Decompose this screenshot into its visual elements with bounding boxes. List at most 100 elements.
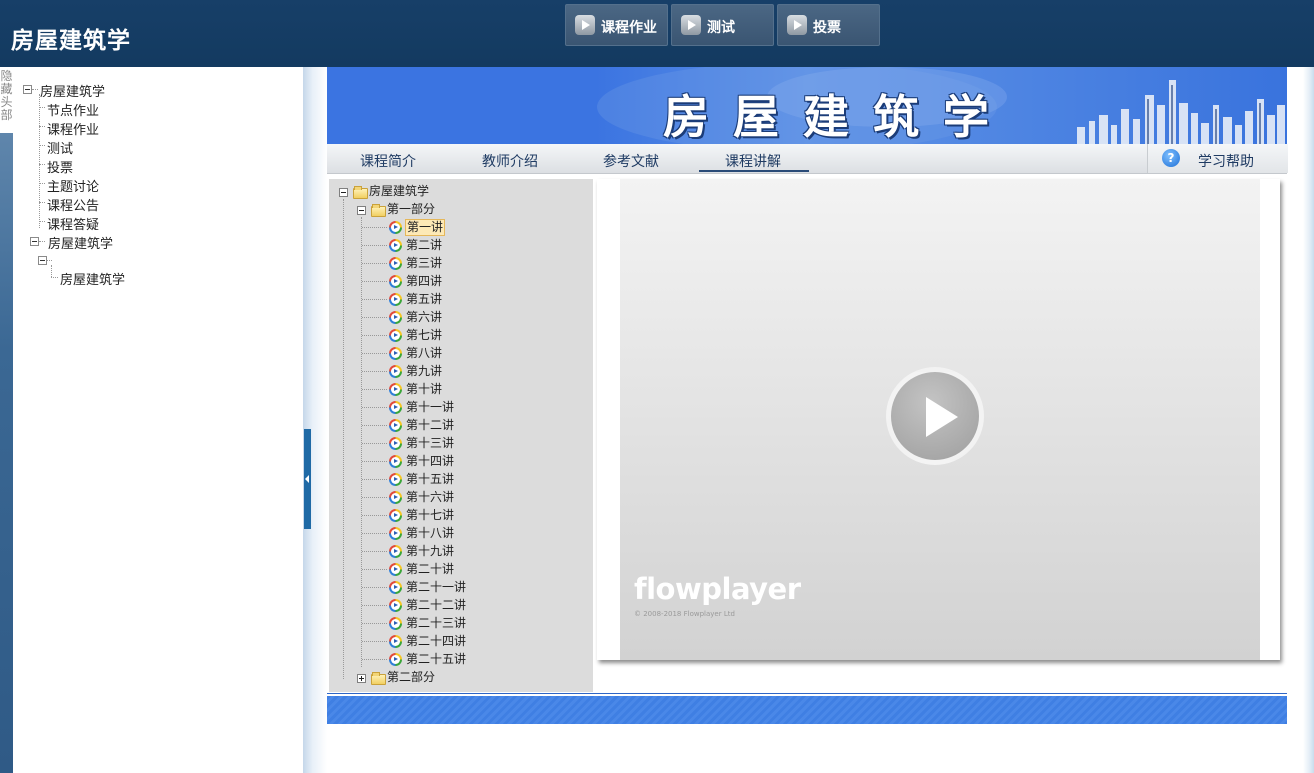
lecture-label: 第五讲 <box>406 292 443 306</box>
nav-item-discussion[interactable]: 主题讨论 <box>47 176 99 195</box>
help-button[interactable]: ? 学习帮助 <box>1147 144 1288 173</box>
tree-line <box>39 164 45 165</box>
nav-item-test[interactable]: 测试 <box>47 138 73 157</box>
play-icon <box>787 15 807 35</box>
nav-item-vote[interactable]: 投票 <box>47 157 73 176</box>
tree-part-two[interactable]: 第二部分 <box>387 669 435 686</box>
tree-line <box>39 126 45 127</box>
collapse-panel-handle[interactable] <box>304 429 311 529</box>
help-icon: ? <box>1162 149 1180 167</box>
tree-root[interactable]: 房屋建筑学 <box>40 81 105 100</box>
tree-line <box>362 245 387 246</box>
tree-sub-child[interactable]: 房屋建筑学 <box>60 269 125 288</box>
tree-line <box>362 497 387 498</box>
media-play-icon <box>389 473 402 486</box>
top-header: 房屋建筑学 课程作业 测试 投票 <box>0 0 1314 67</box>
tree-sub-root[interactable]: 房屋建筑学 <box>48 233 113 252</box>
lecture-label: 第十八讲 <box>406 526 455 540</box>
lecture-label: 第九讲 <box>406 364 443 378</box>
lecture-label: 第十三讲 <box>406 436 455 450</box>
hide-header-tab[interactable]: 隐藏头部 <box>0 67 13 133</box>
lecture-tree-root[interactable]: 房屋建筑学 <box>369 183 429 200</box>
tree-line <box>362 623 387 624</box>
lecture-label: 第二十一讲 <box>406 580 467 594</box>
tree-line <box>362 425 387 426</box>
tree-part-one[interactable]: 第一部分 <box>387 201 435 218</box>
tab-course-intro[interactable]: 课程简介 <box>360 151 416 171</box>
collapse-icon[interactable] <box>23 85 32 94</box>
tree-line <box>39 221 45 222</box>
test-button[interactable]: 测试 <box>671 4 774 46</box>
collapse-icon[interactable] <box>30 237 39 246</box>
video-player[interactable]: flowplayer © 2008-2018 Flowplayer Ltd <box>620 179 1260 660</box>
media-play-icon <box>389 239 402 252</box>
tab-lectures[interactable]: 课程讲解 <box>725 151 781 171</box>
tree-line <box>362 605 387 606</box>
panel-splitter <box>303 67 327 773</box>
nav-item-homework[interactable]: 课程作业 <box>47 119 99 138</box>
media-play-icon <box>389 581 402 594</box>
lecture-label: 第四讲 <box>406 274 443 288</box>
tree-line <box>362 479 387 480</box>
city-skyline-graphic <box>1077 80 1285 144</box>
media-play-icon <box>389 383 402 396</box>
course-tabs: 课程简介 教师介绍 参考文献 课程讲解 ? 学习帮助 <box>327 144 1288 174</box>
homework-button[interactable]: 课程作业 <box>565 4 668 46</box>
test-button-label: 测试 <box>707 20 735 36</box>
tree-line <box>343 199 344 679</box>
lecture-label: 第二讲 <box>406 238 443 252</box>
media-play-icon <box>389 437 402 450</box>
tree-line <box>39 202 45 203</box>
tree-line <box>362 335 387 336</box>
media-play-icon <box>389 275 402 288</box>
lecture-label: 第七讲 <box>406 328 443 342</box>
media-play-icon <box>389 419 402 432</box>
collapse-icon[interactable] <box>357 206 366 215</box>
tree-line <box>362 659 387 660</box>
left-nav-tree: 房屋建筑学 节点作业 课程作业 测试 投票 主题讨论 课程公告 课程答疑 房屋建… <box>13 67 303 773</box>
tree-line <box>39 94 40 228</box>
media-play-icon <box>389 221 402 234</box>
footer-bar <box>327 696 1287 724</box>
tree-line <box>362 407 387 408</box>
nav-item-announcement[interactable]: 课程公告 <box>47 195 99 214</box>
tree-line <box>362 569 387 570</box>
play-button[interactable] <box>886 367 984 465</box>
lecture-label: 第八讲 <box>406 346 443 360</box>
tab-references[interactable]: 参考文献 <box>603 151 659 171</box>
lecture-label: 第二十讲 <box>406 562 455 576</box>
course-banner: 房屋建筑学 <box>327 67 1287 144</box>
tree-line <box>32 89 38 90</box>
media-play-icon <box>389 329 402 342</box>
collapse-icon[interactable] <box>38 256 47 265</box>
media-play-icon <box>389 527 402 540</box>
media-play-icon <box>389 653 402 666</box>
tree-line <box>362 641 387 642</box>
media-play-icon <box>389 347 402 360</box>
nav-item-qa[interactable]: 课程答疑 <box>47 214 99 233</box>
media-play-icon <box>389 365 402 378</box>
footer-divider <box>327 693 1287 694</box>
tree-line <box>362 551 387 552</box>
tree-line <box>39 241 45 242</box>
homework-button-label: 课程作业 <box>601 20 657 36</box>
lecture-label: 第十七讲 <box>406 508 455 522</box>
collapse-icon[interactable] <box>339 188 348 197</box>
media-play-icon <box>389 509 402 522</box>
media-play-icon <box>389 545 402 558</box>
tree-line <box>362 515 387 516</box>
lecture-label: 第十二讲 <box>406 418 455 432</box>
tree-line <box>51 265 52 277</box>
vote-button[interactable]: 投票 <box>777 4 880 46</box>
tree-line <box>362 353 387 354</box>
expand-icon[interactable] <box>357 674 366 683</box>
media-play-icon <box>389 617 402 630</box>
tree-line <box>39 145 45 146</box>
tree-line <box>362 263 387 264</box>
tab-teacher-intro[interactable]: 教师介绍 <box>482 151 538 171</box>
tree-line <box>362 533 387 534</box>
site-title: 房屋建筑学 <box>11 27 131 54</box>
nav-item-node-homework[interactable]: 节点作业 <box>47 100 99 119</box>
tree-line <box>362 299 387 300</box>
tree-line <box>362 317 387 318</box>
